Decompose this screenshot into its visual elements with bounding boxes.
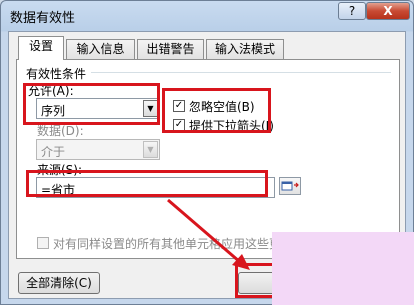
allow-select-value: 序列 bbox=[41, 104, 66, 118]
ignore-blank-checkbox[interactable]: ✓ bbox=[173, 100, 185, 112]
allow-label: 允许(A): bbox=[28, 84, 74, 98]
source-label: 来源(S): bbox=[37, 163, 83, 177]
close-button[interactable]: X bbox=[366, 2, 410, 20]
group-divider bbox=[91, 72, 391, 73]
data-select-value: 介于 bbox=[41, 145, 66, 159]
validation-criteria-group-label: 有效性条件 bbox=[26, 67, 87, 81]
tab-ime-mode[interactable]: 输入法模式 bbox=[206, 39, 284, 59]
clear-all-button[interactable]: 全部清除(C) bbox=[18, 272, 100, 294]
settings-panel: 有效性条件 允许(A): 序列 ▼ ✓ 忽略空值(B) ✓ 提供下拉箭头(I) … bbox=[16, 59, 400, 259]
overlay-patch bbox=[272, 232, 414, 305]
apply-all-checkbox[interactable] bbox=[37, 237, 49, 249]
collapse-dialog-button[interactable] bbox=[279, 177, 301, 195]
source-input-value: =省市 bbox=[41, 183, 76, 197]
title-bar: 数据有效性 ? X bbox=[1, 1, 413, 31]
chevron-down-icon[interactable]: ▼ bbox=[143, 100, 158, 117]
ignore-blank-label: 忽略空值(B) bbox=[189, 100, 255, 114]
data-label: 数据(D): bbox=[37, 124, 84, 138]
allow-select[interactable]: 序列 ▼ bbox=[36, 98, 160, 119]
help-button[interactable]: ? bbox=[338, 2, 366, 20]
tab-error-alert[interactable]: 出错警告 bbox=[137, 39, 204, 59]
tab-input-message[interactable]: 输入信息 bbox=[66, 39, 135, 59]
range-select-icon bbox=[281, 181, 299, 191]
tab-settings[interactable]: 设置 bbox=[18, 36, 64, 60]
source-input[interactable]: =省市 bbox=[36, 177, 275, 198]
dropdown-arrow-label: 提供下拉箭头(I) bbox=[189, 119, 274, 133]
chevron-down-icon[interactable]: ▼ bbox=[143, 141, 158, 158]
apply-all-label: 对有同样设置的所有其他单元格应用这些更 bbox=[53, 237, 282, 251]
data-select[interactable]: 介于 ▼ bbox=[36, 139, 160, 160]
dialog-title: 数据有效性 bbox=[10, 11, 76, 26]
dropdown-arrow-checkbox[interactable]: ✓ bbox=[173, 119, 185, 131]
